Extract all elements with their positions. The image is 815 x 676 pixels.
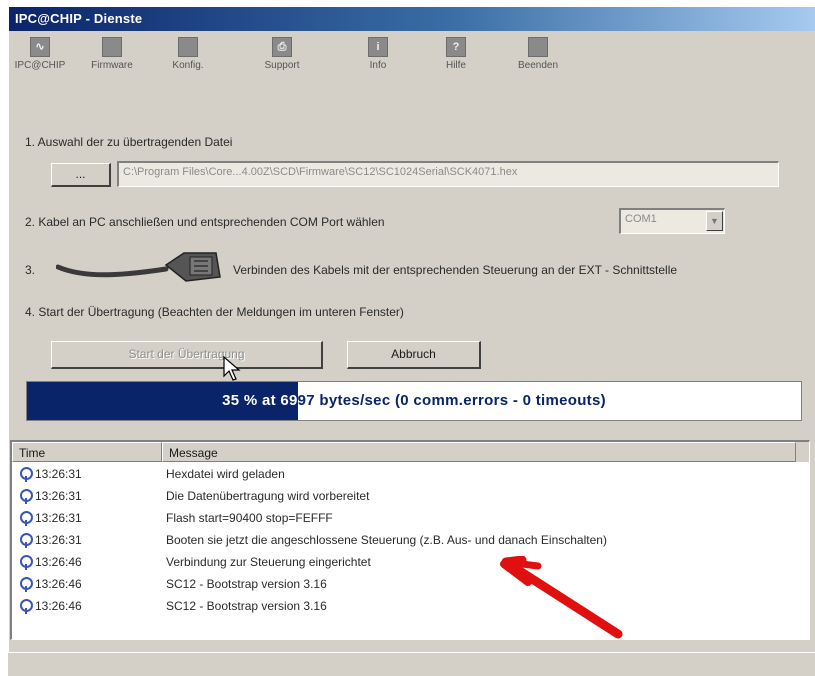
toolbar: ∿ IPC@CHIP Firmware Konfig. ⎙ Support i … bbox=[9, 33, 815, 87]
log-row[interactable]: 13:26:46 Verbindung zur Steuerung einger… bbox=[12, 552, 809, 574]
column-time[interactable]: Time bbox=[12, 442, 162, 462]
cancel-button[interactable]: Abbruch bbox=[347, 341, 481, 369]
toolbar-button-beenden[interactable]: Beenden bbox=[503, 37, 573, 83]
log-time: 13:26:46 bbox=[35, 577, 82, 591]
toolbar-label: Firmware bbox=[91, 60, 133, 71]
step4-label: 4. Start der Übertragung (Beachten der M… bbox=[25, 305, 404, 319]
toolbar-button-support[interactable]: ⎙ Support bbox=[247, 37, 317, 83]
toolbar-button-konfig[interactable]: Konfig. bbox=[153, 37, 223, 83]
toolbar-button-info[interactable]: i Info bbox=[343, 37, 413, 83]
log-message: Verbindung zur Steuerung eingerichtet bbox=[166, 555, 371, 569]
log-message: Hexdatei wird geladen bbox=[166, 467, 285, 481]
window-title: IPC@CHIP - Dienste bbox=[9, 7, 815, 31]
cable-icon bbox=[56, 252, 221, 282]
step3-label: Verbinden des Kabels mit der entsprechen… bbox=[233, 263, 678, 277]
column-message[interactable]: Message bbox=[162, 442, 796, 462]
chip-icon: ∿ bbox=[30, 37, 50, 57]
info-bubble-icon bbox=[20, 555, 33, 570]
config-icon bbox=[178, 37, 198, 57]
step3-number: 3. bbox=[25, 263, 36, 277]
log-row[interactable]: 13:26:31 Booten sie jetzt die angeschlos… bbox=[12, 530, 809, 552]
com-port-select[interactable]: COM1 ▼ bbox=[619, 208, 725, 234]
info-bubble-icon bbox=[20, 533, 33, 548]
support-icon: ⎙ bbox=[272, 37, 292, 57]
transfer-progress-bar: 35 % at 6997 bytes/sec (0 comm.errors - … bbox=[26, 381, 802, 421]
log-row[interactable]: 13:26:31 Hexdatei wird geladen bbox=[12, 464, 809, 486]
log-row[interactable]: 13:26:31 Die Datenübertragung wird vorbe… bbox=[12, 486, 809, 508]
log-row[interactable]: 13:26:31 Flash start=90400 stop=FEFFF bbox=[12, 508, 809, 530]
log-row[interactable]: 13:26:46 SC12 - Bootstrap version 3.16 bbox=[12, 596, 809, 618]
info-bubble-icon bbox=[20, 599, 33, 614]
log-time: 13:26:46 bbox=[35, 599, 82, 613]
com-port-value: COM1 bbox=[625, 213, 657, 225]
step1-label: 1. Auswahl der zu übertragenden Datei bbox=[25, 135, 233, 149]
log-message: Die Datenübertragung wird vorbereitet bbox=[166, 489, 370, 503]
log-message: Flash start=90400 stop=FEFFF bbox=[166, 511, 333, 525]
toolbar-button-firmware[interactable]: Firmware bbox=[77, 37, 147, 83]
toolbar-label: Konfig. bbox=[172, 60, 204, 71]
chevron-down-icon[interactable]: ▼ bbox=[706, 211, 723, 231]
log-time: 13:26:46 bbox=[35, 555, 82, 569]
toolbar-label: Hilfe bbox=[445, 60, 466, 71]
message-log[interactable]: Time Message 13:26:31 Hexdatei wird gela… bbox=[10, 440, 810, 640]
log-time: 13:26:31 bbox=[35, 533, 82, 547]
toolbar-button-hilfe[interactable]: ? Hilfe bbox=[421, 37, 491, 83]
toolbar-label: IPC@CHIP bbox=[14, 60, 66, 71]
log-time: 13:26:31 bbox=[35, 467, 82, 481]
toolbar-label: Beenden bbox=[517, 60, 559, 71]
start-transfer-button[interactable]: Start der Übertragung bbox=[51, 341, 323, 369]
step2-label: 2. Kabel an PC anschließen und entsprech… bbox=[25, 215, 385, 229]
info-bubble-icon bbox=[20, 467, 33, 482]
exit-icon bbox=[528, 37, 548, 57]
log-time: 13:26:31 bbox=[35, 511, 82, 525]
toolbar-label: Info bbox=[369, 60, 387, 71]
mouse-cursor-icon bbox=[223, 356, 241, 381]
log-message: SC12 - Bootstrap version 3.16 bbox=[166, 599, 327, 613]
log-time: 13:26:31 bbox=[35, 489, 82, 503]
annotation-arrow-icon bbox=[500, 556, 623, 639]
info-icon: i bbox=[368, 37, 388, 57]
log-row[interactable]: 13:26:46 SC12 - Bootstrap version 3.16 bbox=[12, 574, 809, 596]
firmware-icon bbox=[102, 37, 122, 57]
help-icon: ? bbox=[446, 37, 466, 57]
log-message: SC12 - Bootstrap version 3.16 bbox=[166, 577, 327, 591]
info-bubble-icon bbox=[20, 489, 33, 504]
log-message: Booten sie jetzt die angeschlossene Steu… bbox=[166, 533, 607, 547]
status-bar bbox=[8, 652, 815, 676]
browse-button[interactable]: ... bbox=[51, 163, 111, 187]
info-bubble-icon bbox=[20, 511, 33, 526]
log-header: Time Message bbox=[12, 442, 809, 462]
toolbar-button-ipcchip[interactable]: ∿ IPC@CHIP bbox=[5, 37, 75, 83]
file-path-field[interactable]: C:\Program Files\Core...4.00Z\SCD\Firmwa… bbox=[117, 161, 779, 187]
toolbar-label: Support bbox=[264, 60, 300, 71]
info-bubble-icon bbox=[20, 577, 33, 592]
